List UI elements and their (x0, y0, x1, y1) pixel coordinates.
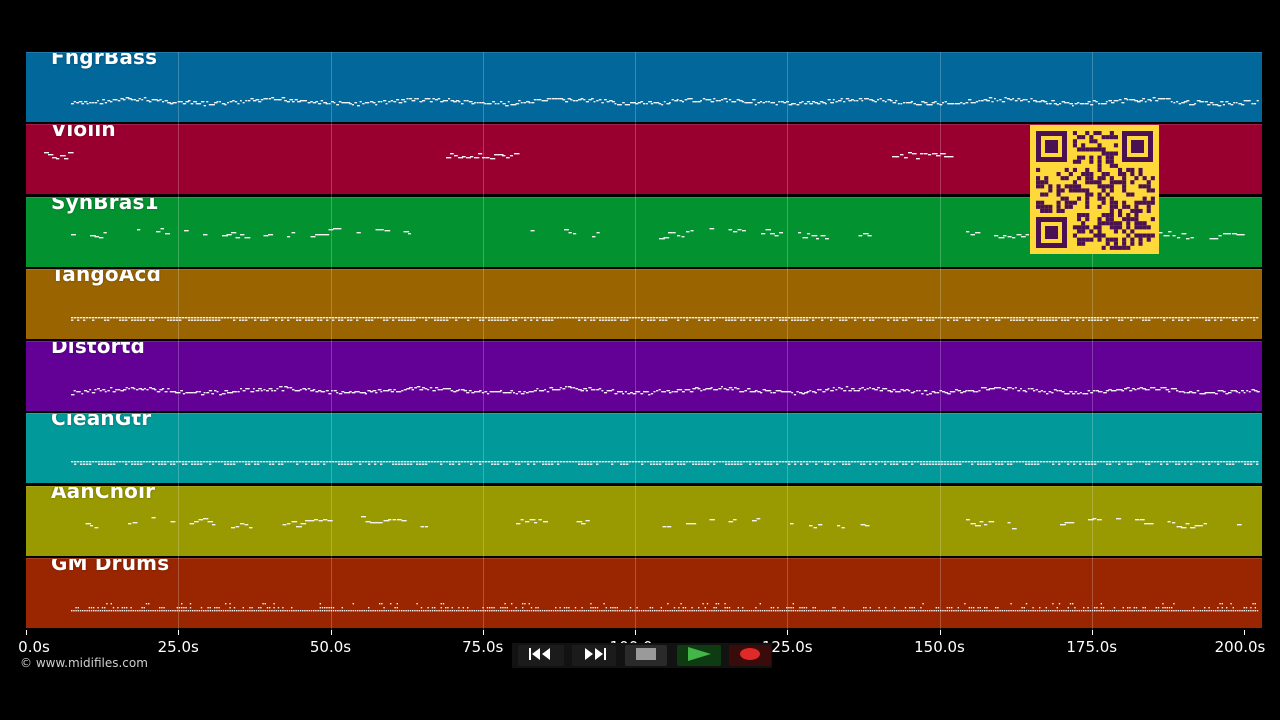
track-name: CleanGtr (51, 413, 152, 431)
transport-controls (512, 643, 772, 668)
stop-icon (635, 646, 657, 665)
rewind-button[interactable] (518, 645, 564, 666)
stop-button[interactable] (625, 645, 667, 666)
track-lane: Distortd (26, 341, 1262, 411)
fast-forward-button[interactable] (572, 645, 616, 666)
note-roll (71, 316, 1259, 321)
record-button[interactable] (729, 645, 771, 666)
tick-mark (482, 630, 484, 635)
note-roll (71, 461, 1259, 466)
tick-label: 50.0s (309, 638, 352, 656)
track-name: FngrBass (51, 52, 158, 69)
record-icon (739, 646, 761, 665)
note-roll (71, 386, 1260, 396)
track-name: SynBras1 (51, 196, 159, 214)
note-roll (71, 602, 1259, 612)
track-name: TangoAcd (51, 268, 162, 286)
track-lane: GM Drums (26, 557, 1262, 628)
tick-label: 175.0s (1066, 638, 1118, 656)
tick-label: 150.0s (914, 638, 965, 656)
track-name: Distortd (51, 341, 146, 358)
tick-mark (26, 630, 27, 635)
note-roll (85, 515, 1242, 529)
play-icon (686, 646, 712, 666)
track-name: Violin (51, 124, 116, 142)
qr-code-icon (1030, 125, 1159, 254)
tick-label: 200.0s (1214, 638, 1266, 656)
tick-mark (939, 630, 941, 635)
play-button[interactable] (677, 645, 721, 666)
tick-label: 0.0s (18, 638, 50, 656)
track-lane: TangoAcd (26, 268, 1262, 339)
tick-mark (635, 630, 636, 635)
track-name: AahChoir (51, 485, 156, 503)
track-name: GM Drums (51, 557, 170, 575)
tick-label: 75.0s (462, 638, 504, 656)
tick-mark (1091, 630, 1093, 635)
tick-mark (1244, 630, 1245, 635)
rewind-icon (528, 646, 554, 665)
tick-mark (787, 630, 789, 635)
tick-mark (178, 630, 180, 635)
tick-label: 25.0s (157, 638, 199, 656)
tick-mark (330, 630, 332, 635)
credit-text: © www.midifiles.com (20, 656, 148, 670)
track-lane: FngrBass (26, 52, 1262, 122)
track-lane: AahChoir (26, 485, 1262, 556)
note-roll (71, 97, 1259, 107)
fast-forward-icon (581, 646, 607, 665)
track-lane: CleanGtr (26, 413, 1262, 484)
